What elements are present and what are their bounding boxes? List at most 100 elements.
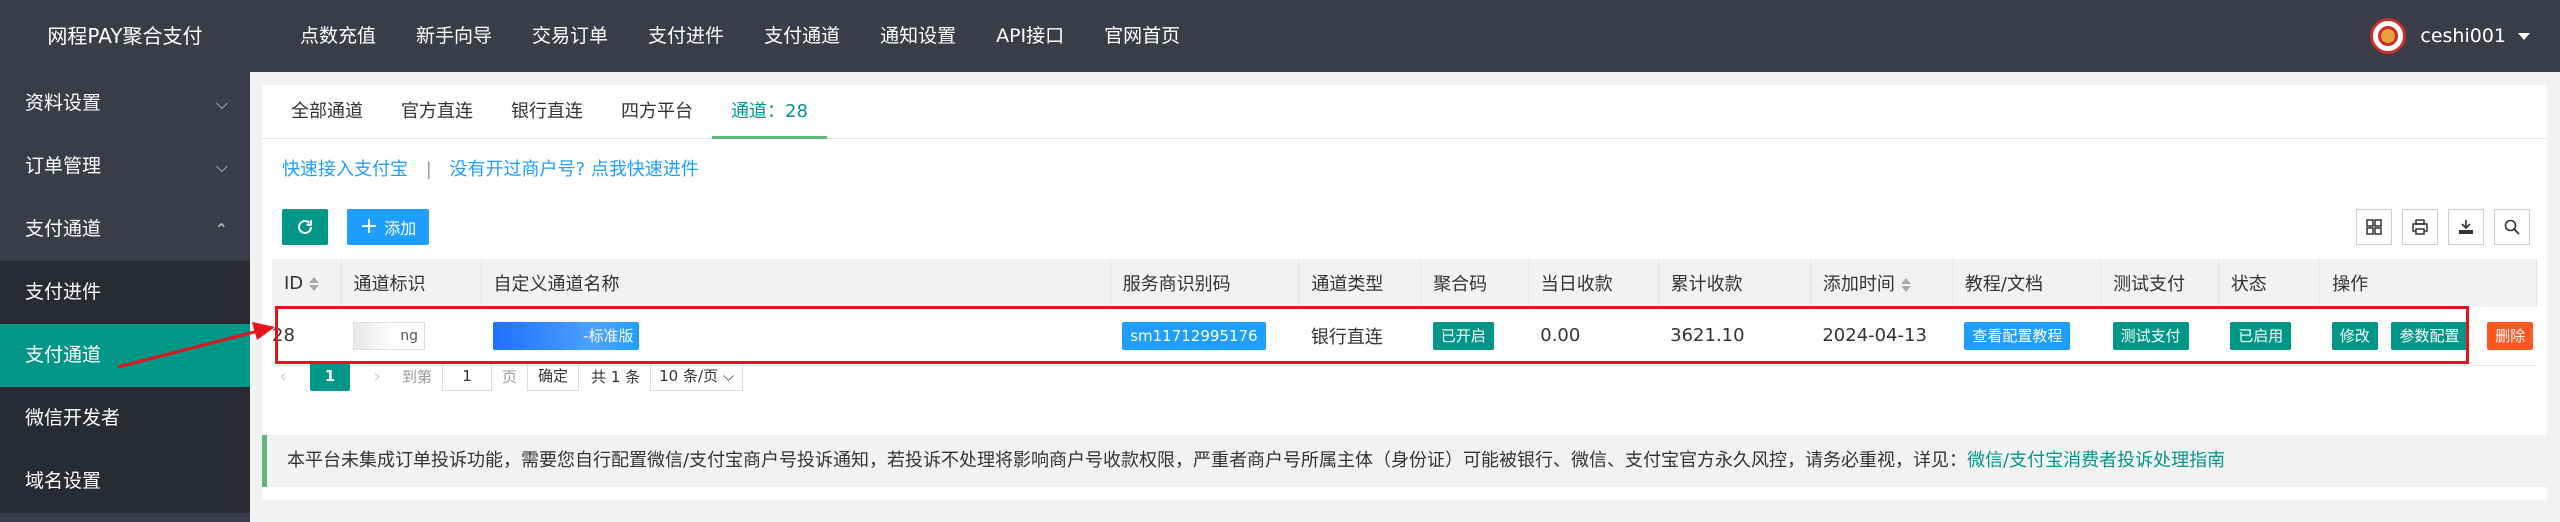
sort-icon[interactable] (309, 275, 320, 293)
nav-item-notify[interactable]: 通知设置 (860, 0, 976, 72)
chevron-up-icon: ⌃ (214, 220, 228, 239)
tab-fourth-party[interactable]: 四方平台 (602, 85, 712, 139)
sidebar-item-channels[interactable]: 支付通道 ⌃ (0, 198, 250, 261)
sidebar-item-label: 微信开发者 (25, 407, 121, 429)
col-date[interactable]: 添加时间 (1810, 259, 1953, 307)
cell-type: 银行直连 (1298, 307, 1421, 366)
nav-item-orders[interactable]: 交易订单 (512, 0, 628, 72)
next-page-icon[interactable]: › (366, 366, 388, 387)
complaint-guide-link[interactable]: 微信/支付宝消费者投诉处理指南 (1967, 450, 2225, 471)
col-code: 服务商识别码 (1110, 259, 1300, 307)
sidebar-item-label: 支付进件 (25, 281, 102, 303)
goto-confirm-button[interactable]: 确定 (527, 361, 580, 391)
tab-channel-count[interactable]: 通道：28 (712, 85, 827, 139)
sidebar-item-label: 订单管理 (25, 155, 102, 177)
col-total: 累计收款 (1658, 259, 1811, 307)
sidebar-item-wechat-dev[interactable]: 微信开发者 (0, 387, 250, 450)
col-actions: 操作 (2319, 259, 2537, 307)
col-doc: 教程/文档 (1952, 259, 2102, 307)
edit-button[interactable]: 修改 (2331, 321, 2378, 350)
total-count: 共 1 条 (591, 367, 641, 386)
channel-name-tag: -标准版 (493, 321, 640, 350)
link-separator: | (425, 159, 432, 180)
chevron-down-icon (2518, 32, 2530, 40)
refresh-icon (298, 220, 312, 234)
table-tools (2346, 209, 2530, 245)
table-row: 28 ng -标准版 sm11712995176 银行直连 已开启 0.00 3… (272, 307, 2537, 366)
sidebar-item-domain[interactable]: 域名设置 (0, 450, 250, 513)
sidebar-item-label: 支付通道 (25, 218, 102, 240)
col-today: 当日收款 (1528, 259, 1659, 307)
sidebar-item-channel-list[interactable]: 支付通道 (0, 324, 250, 387)
sidebar-item-orders[interactable]: 订单管理 ⌵ (0, 135, 250, 198)
table-toolbar: + 添加 (282, 209, 429, 245)
col-type: 通道类型 (1298, 259, 1422, 307)
nav-item-guide[interactable]: 新手向导 (396, 0, 512, 72)
view-doc-button[interactable]: 查看配置教程 (1964, 321, 2071, 350)
page-size-select[interactable]: 10 条/页 ⌵ (650, 361, 744, 391)
cell-total: 3621.10 (1658, 307, 1811, 366)
add-label: 添加 (384, 219, 417, 238)
sidebar-item-label: 支付通道 (25, 344, 102, 366)
delete-button[interactable]: 删除 (2487, 321, 2534, 350)
main-panel: 全部通道 官方直连 银行直连 四方平台 通道：28 快速接入支付宝 | 没有开过… (262, 85, 2547, 500)
search-icon[interactable] (2494, 209, 2530, 245)
top-nav: 点数充值 新手向导 交易订单 支付进件 支付通道 通知设置 API接口 官网首页 (280, 0, 1200, 72)
plus-icon: + (359, 214, 379, 239)
channel-table: ID 通道标识 自定义通道名称 服务商识别码 通道类型 聚合码 当日收款 累计收… (272, 259, 2537, 366)
nav-item-channels[interactable]: 支付通道 (744, 0, 860, 72)
col-agg: 聚合码 (1420, 259, 1529, 307)
agg-code-badge[interactable]: 已开启 (1432, 321, 1494, 350)
alipay-quick-link[interactable]: 快速接入支付宝 (282, 159, 408, 180)
notice-text: 本平台未集成订单投诉功能，需要您自行配置微信/支付宝商户号投诉通知，若投诉不处理… (287, 450, 1968, 471)
pagination: ‹ 1 › 到第 1 页 确定 共 1 条 10 条/页 ⌵ (272, 361, 744, 391)
col-ident: 通道标识 (341, 259, 482, 307)
col-name: 自定义通道名称 (481, 259, 1111, 307)
refresh-button[interactable] (282, 209, 328, 245)
status-badge[interactable]: 已启用 (2230, 321, 2292, 350)
print-icon[interactable] (2402, 209, 2438, 245)
sidebar-item-onboarding[interactable]: 支付进件 (0, 261, 250, 324)
quick-links: 快速接入支付宝 | 没有开过商户号? 点我快速进件 (282, 155, 699, 181)
complaint-notice: 本平台未集成订单投诉功能，需要您自行配置微信/支付宝商户号投诉通知，若投诉不处理… (262, 435, 2547, 487)
param-config-button[interactable]: 参数配置 (2391, 321, 2468, 350)
cell-today: 0.00 (1528, 307, 1659, 366)
top-bar: 网程PAY聚合支付 点数充值 新手向导 交易订单 支付进件 支付通道 通知设置 … (0, 0, 2560, 72)
tab-all[interactable]: 全部通道 (272, 85, 382, 139)
prev-page-icon[interactable]: ‹ (272, 366, 294, 387)
nav-item-homepage[interactable]: 官网首页 (1084, 0, 1200, 72)
channel-ident: ng (353, 321, 425, 350)
col-id[interactable]: ID (272, 259, 342, 307)
tab-official[interactable]: 官方直连 (382, 85, 492, 139)
col-status: 状态 (2218, 259, 2321, 307)
table-header-row: ID 通道标识 自定义通道名称 服务商识别码 通道类型 聚合码 当日收款 累计收… (272, 259, 2537, 307)
add-channel-button[interactable]: + 添加 (347, 209, 429, 245)
tab-bank[interactable]: 银行直连 (492, 85, 602, 139)
test-pay-button[interactable]: 测试支付 (2112, 321, 2189, 350)
provider-code-tag: sm11712995176 (1122, 321, 1266, 350)
sidebar-item-label: 域名设置 (25, 470, 102, 492)
page-unit-label: 页 (502, 367, 518, 386)
page-input[interactable]: 1 (442, 361, 493, 391)
export-icon[interactable] (2448, 209, 2484, 245)
columns-icon[interactable] (2356, 209, 2392, 245)
chevron-down-icon: ⌵ (215, 94, 228, 113)
sidebar-item-profile[interactable]: 资料设置 ⌵ (0, 72, 250, 135)
user-menu[interactable]: ceshi001 (2370, 0, 2530, 72)
sort-icon[interactable] (1900, 276, 1911, 294)
nav-item-api[interactable]: API接口 (976, 0, 1084, 72)
chevron-down-icon: ⌵ (215, 157, 228, 176)
sidebar-item-label: 资料设置 (25, 92, 102, 114)
channel-tabs: 全部通道 官方直连 银行直连 四方平台 通道：28 (262, 85, 2547, 139)
app-logo[interactable]: 网程PAY聚合支付 (0, 0, 250, 72)
goto-label: 到第 (402, 367, 433, 386)
username[interactable]: ceshi001 (2420, 25, 2506, 47)
avatar[interactable] (2370, 18, 2407, 54)
nav-item-onboarding[interactable]: 支付进件 (628, 0, 744, 72)
chevron-down-icon: ⌵ (722, 367, 735, 385)
current-page[interactable]: 1 (310, 361, 350, 391)
sidebar: 资料设置 ⌵ 订单管理 ⌵ 支付通道 ⌃ 支付进件 支付通道 微信开发者 域名设… (0, 72, 250, 522)
cell-id: 28 (272, 307, 341, 366)
merchant-onboard-link[interactable]: 没有开过商户号? 点我快速进件 (450, 159, 699, 180)
nav-item-recharge[interactable]: 点数充值 (280, 0, 396, 72)
